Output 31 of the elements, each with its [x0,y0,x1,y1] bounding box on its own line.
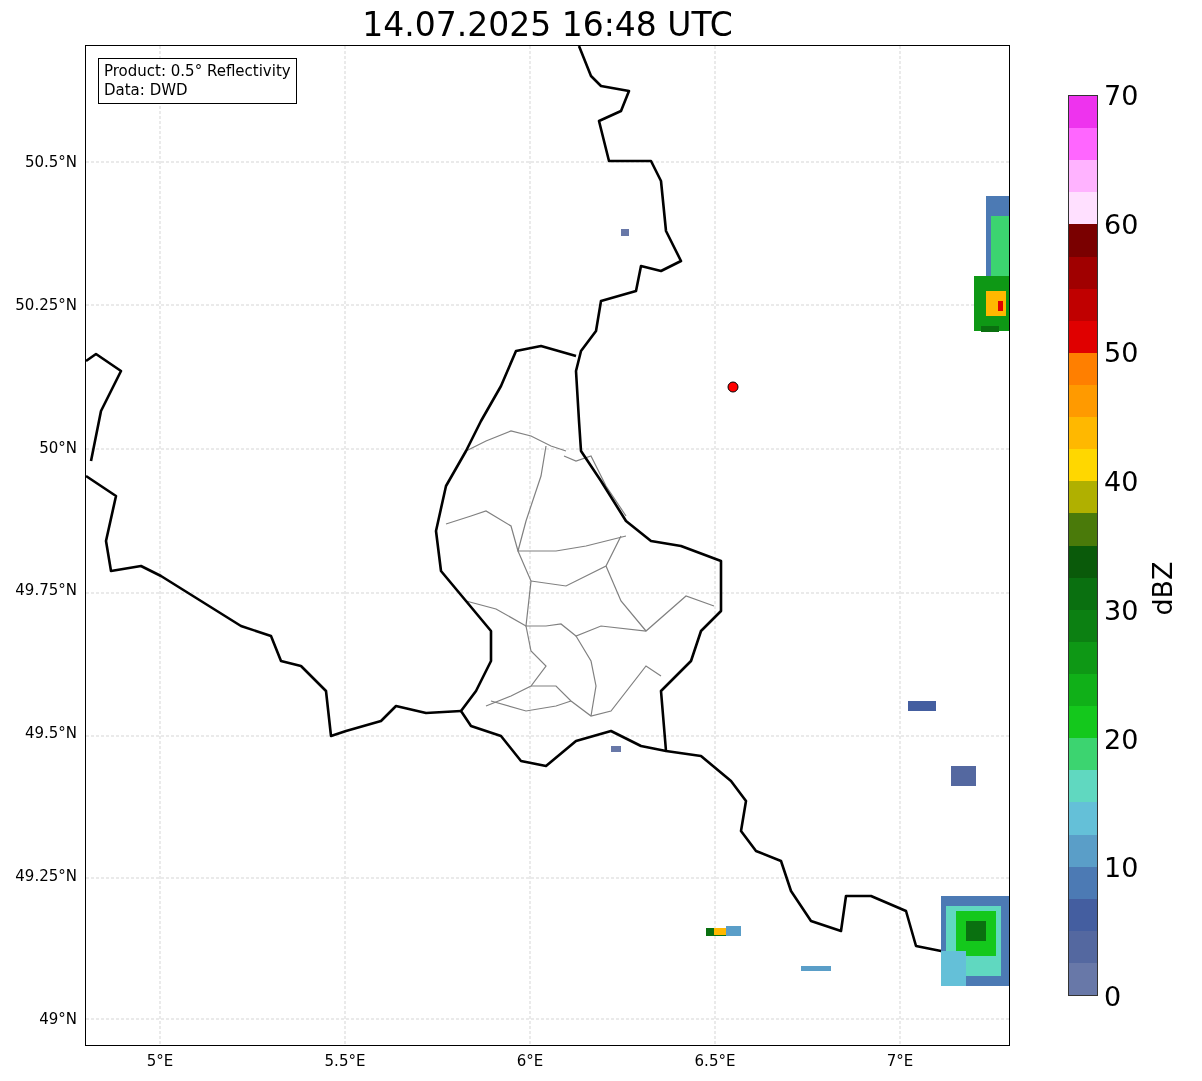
location-marker [727,381,739,393]
y-tick-label: 50°N [39,438,77,457]
colorbar-tick-label: 30 [1104,594,1139,626]
chart-title: 14.07.2025 16:48 UTC [361,5,734,45]
radar-echo [706,926,741,936]
radar-echo [801,966,831,971]
radar-echo [621,229,629,236]
y-tick-label: 49.5°N [24,724,77,743]
colorbar-tick-label: 70 [1104,79,1139,111]
colorbar-tick-label: 0 [1104,980,1122,1012]
y-tick-label: 49.75°N [15,581,77,600]
colorbar-tick-label: 50 [1104,336,1139,368]
radar-echo [611,746,621,752]
colorbar-tick-label: 40 [1104,465,1139,497]
y-tick-label: 50.5°N [24,153,77,171]
radar-echo [951,766,976,786]
y-tick-label: 49°N [39,1009,77,1028]
x-tick-label: 6°E [516,1052,544,1070]
x-tick-label: 5°E [146,1052,174,1070]
radar-echo [908,701,936,711]
y-tick-label: 50.25°N [15,295,77,314]
x-tick-label: 5.5°E [324,1052,366,1070]
colorbar-tick-label: 60 [1104,208,1139,240]
x-tick-label: 6.5°E [694,1052,736,1070]
legend-text: Data: DWD [104,81,189,100]
x-tick-label: 7°E [886,1052,914,1070]
colorbar-tick-label: 10 [1104,851,1139,883]
legend-text: Product: 0.5° Reflectivity [104,62,291,81]
y-tick-label: 49.25°N [15,867,77,885]
colorbar-label: dBZ [1146,560,1178,616]
colorbar-tick-label: 20 [1104,723,1139,755]
